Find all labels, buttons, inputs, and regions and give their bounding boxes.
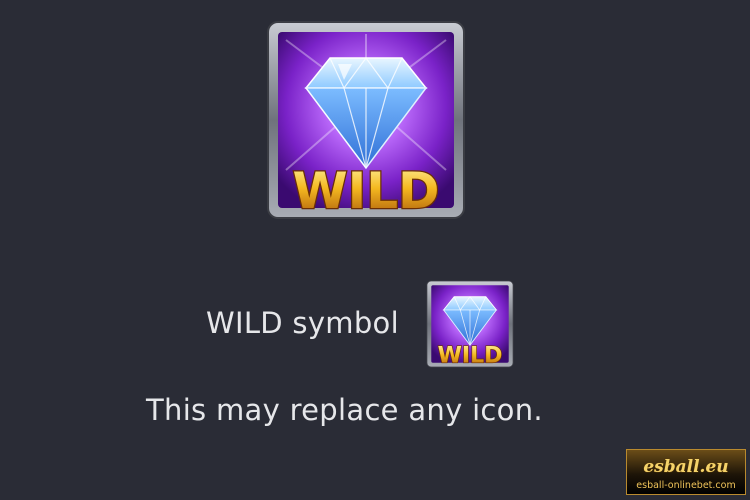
wild-symbol-large: WILD <box>266 20 466 220</box>
wild-text: WILD <box>292 162 439 220</box>
diamond-wild-icon: WILD <box>426 280 514 368</box>
diamond-wild-icon: WILD <box>267 21 465 220</box>
wild-symbol-label: WILD symbol <box>206 306 399 340</box>
wild-text-small: WILD <box>438 344 503 368</box>
wild-description: This may replace any icon. <box>146 393 543 427</box>
esball-watermark: esball.eu esball-onlinebet.com <box>626 449 746 495</box>
game-help-screen: WILD WILD symbol WILD This may replace a… <box>0 0 750 500</box>
watermark-brand: esball.eu <box>643 457 728 477</box>
wild-symbol-row: WILD symbol WILD <box>0 280 750 370</box>
watermark-url: esball-onlinebet.com <box>636 480 735 491</box>
wild-symbol-small: WILD <box>426 280 514 368</box>
